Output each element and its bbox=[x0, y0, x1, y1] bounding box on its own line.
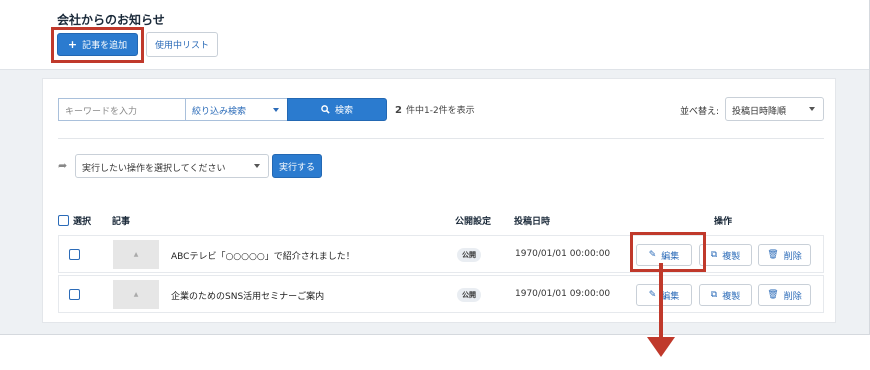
keyword-input[interactable]: キーワードを入力 bbox=[58, 98, 185, 121]
chevron-down-icon bbox=[273, 108, 279, 112]
header-select: 選択 bbox=[73, 217, 92, 227]
chevron-down-icon bbox=[809, 107, 815, 111]
arrow-down-icon bbox=[647, 337, 675, 357]
divider bbox=[58, 138, 824, 139]
sort-select[interactable]: 投稿日時降順 bbox=[725, 97, 824, 121]
article-title[interactable]: ABCテレビ「○○○○○」で紹介されました！ bbox=[171, 249, 355, 262]
bulk-action-select[interactable]: 実行したい操作を選択してください bbox=[75, 154, 269, 178]
edit-button[interactable]: ✎ 編集 bbox=[636, 284, 692, 306]
sort-value: 投稿日時降順 bbox=[732, 107, 787, 117]
search-button[interactable]: 検索 bbox=[287, 98, 387, 121]
search-bar: キーワードを入力 絞り込み検索 検索 bbox=[58, 98, 387, 121]
post-date: 1970/01/01 00:00:00 bbox=[515, 249, 611, 259]
in-use-list-label: 使用中リスト bbox=[154, 41, 209, 51]
delete-label: 削除 bbox=[783, 251, 802, 262]
run-action-button[interactable]: 実行する bbox=[272, 154, 322, 178]
select-all-header: 選択 bbox=[58, 214, 91, 227]
add-article-button[interactable]: + 記事を追加 bbox=[57, 33, 138, 56]
edit-button-highlight bbox=[630, 232, 706, 272]
header-date: 投稿日時 bbox=[514, 217, 551, 227]
sort-label: 並べ替え: bbox=[680, 107, 720, 117]
bulk-action-value: 実行したい操作を選択してください bbox=[82, 164, 226, 174]
in-use-list-button[interactable]: 使用中リスト bbox=[146, 32, 218, 57]
trash-icon: 🗑 bbox=[767, 290, 779, 300]
copy-icon: ⧉ bbox=[710, 290, 718, 300]
row-checkbox[interactable] bbox=[69, 249, 80, 260]
run-action-label: 実行する bbox=[278, 162, 315, 173]
trash-icon: 🗑 bbox=[767, 250, 779, 260]
page-title: 会社からのお知らせ bbox=[57, 13, 165, 27]
filter-dropdown[interactable]: 絞り込み検索 bbox=[185, 98, 287, 121]
table-row: ▲ 企業のためのSNS活用セミナーご案内 公開 1970/01/01 09:00… bbox=[58, 275, 824, 313]
status-badge: 公開 bbox=[457, 248, 481, 262]
search-button-label: 検索 bbox=[334, 106, 353, 116]
plus-icon: + bbox=[67, 38, 78, 51]
edit-label: 編集 bbox=[661, 291, 680, 302]
result-count-number: 2 bbox=[395, 105, 402, 116]
table-row: ▲ ABCテレビ「○○○○○」で紹介されました！ 公開 1970/01/01 0… bbox=[58, 235, 824, 273]
header-actions: 操作 bbox=[714, 217, 733, 227]
delete-button[interactable]: 🗑 削除 bbox=[758, 284, 811, 306]
search-icon bbox=[321, 105, 330, 114]
copy-label: 複製 bbox=[722, 251, 741, 262]
copy-label: 複製 bbox=[722, 291, 741, 302]
header-public: 公開設定 bbox=[455, 217, 492, 227]
add-article-label: 記事を追加 bbox=[82, 41, 128, 51]
header-article: 記事 bbox=[112, 217, 131, 227]
select-all-checkbox[interactable] bbox=[58, 215, 69, 226]
delete-button[interactable]: 🗑 削除 bbox=[758, 244, 811, 266]
delete-label: 削除 bbox=[783, 291, 802, 302]
article-title[interactable]: 企業のためのSNS活用セミナーご案内 bbox=[171, 289, 324, 302]
row-checkbox[interactable] bbox=[69, 289, 80, 300]
thumbnail-image: ▲ bbox=[113, 240, 159, 269]
result-count: 2 件中1-2件を表示 bbox=[395, 103, 475, 116]
result-count-text: 件中1-2件を表示 bbox=[405, 106, 475, 116]
app-frame: 会社からのお知らせ + 記事を追加 使用中リスト キーワードを入力 絞り込み検索… bbox=[0, 0, 870, 335]
share-arrow-icon: ➦ bbox=[58, 159, 68, 172]
annotation-arrow-line bbox=[659, 263, 663, 339]
copy-button[interactable]: ⧉ 複製 bbox=[699, 244, 752, 266]
copy-button[interactable]: ⧉ 複製 bbox=[699, 284, 752, 306]
filter-label: 絞り込み検索 bbox=[192, 107, 247, 117]
thumbnail-image: ▲ bbox=[113, 280, 159, 309]
edit-icon: ✎ bbox=[648, 290, 657, 300]
article-list-card: キーワードを入力 絞り込み検索 検索 2 件中1-2件を表示 並べ替え: 投稿日時… bbox=[42, 78, 836, 323]
chevron-down-icon bbox=[254, 164, 260, 168]
status-badge: 公開 bbox=[457, 288, 481, 302]
post-date: 1970/01/01 09:00:00 bbox=[515, 289, 611, 299]
copy-icon: ⧉ bbox=[710, 250, 718, 260]
page-header: 会社からのお知らせ + 記事を追加 使用中リスト bbox=[0, 0, 869, 70]
